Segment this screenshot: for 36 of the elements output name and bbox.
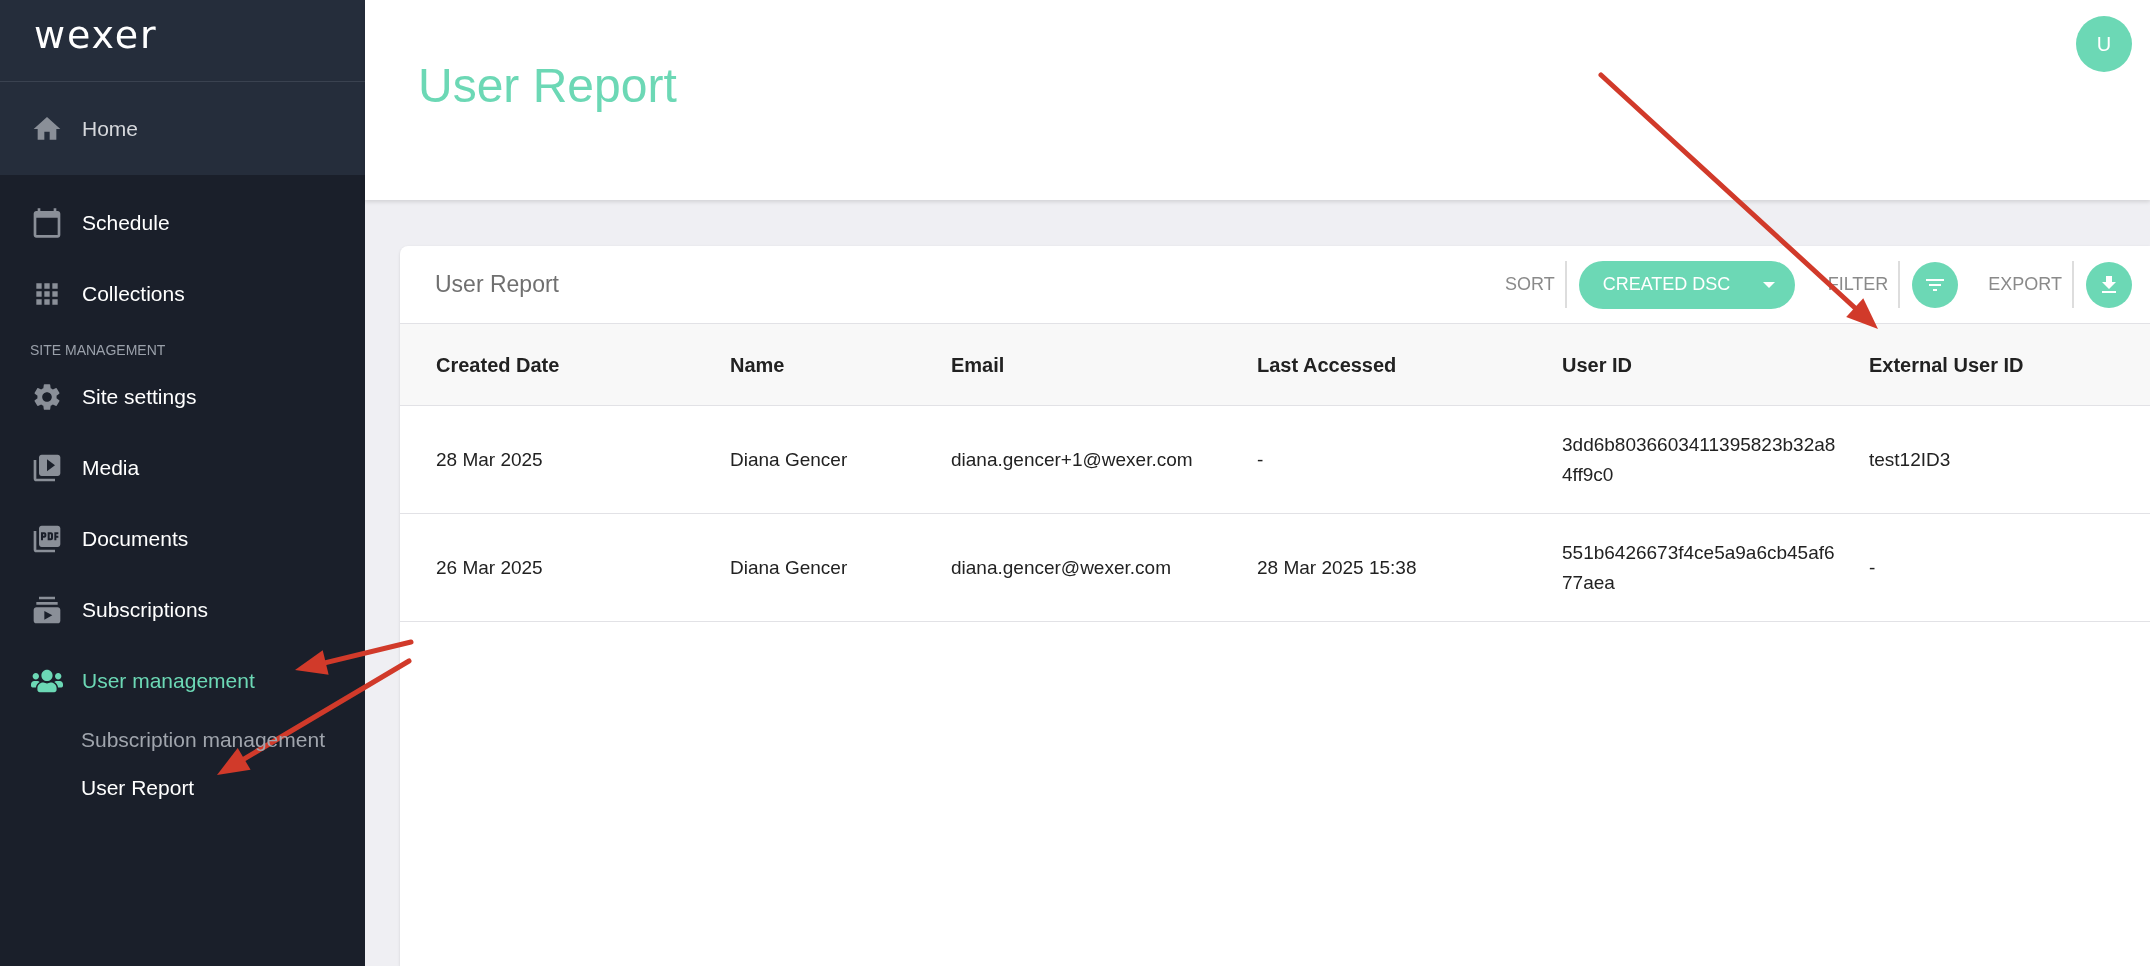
calendar-icon <box>31 206 63 239</box>
table-cell-text: Diana Gencer <box>730 447 849 472</box>
table-cell-text: test12ID3 <box>1869 447 1952 472</box>
export-button[interactable] <box>2086 261 2132 308</box>
sidebar-subitem[interactable]: User Report <box>81 772 195 804</box>
sidebar-item[interactable]: Collections <box>0 258 365 329</box>
column-header: Last Accessed <box>1257 353 1397 376</box>
table-cell-text: 3dd6b8036603411395823b32a84ff9c0 <box>1562 432 1837 487</box>
column-header: Created Date <box>436 353 560 376</box>
table-cell-text: - <box>1869 555 1877 580</box>
sort-label: SORT <box>1504 261 1567 308</box>
export-label: EXPORT <box>1988 261 2074 308</box>
table-cell-text: 28 Mar 2025 15:38 <box>1257 555 1418 580</box>
card-title: User Report <box>435 270 559 300</box>
sidebar-item[interactable]: Media <box>0 432 365 503</box>
column-header: Name <box>730 353 785 376</box>
table-cell-text: 26 Mar 2025 <box>436 555 544 580</box>
sidebar-item[interactable]: Schedule <box>0 187 365 258</box>
section-heading: SITE MANAGEMENT <box>30 341 166 360</box>
sidebar-item[interactable]: Site settings <box>0 361 365 432</box>
table-cell-text: 551b6426673f4ce5a9a6cb45af677aea <box>1562 540 1836 595</box>
column-header: External User ID <box>1869 353 2024 376</box>
table-cell-text: diana.gencer@wexer.com <box>951 555 1172 580</box>
table-cell-text: Diana Gencer <box>730 555 849 580</box>
sidebar-item[interactable]: User management <box>0 645 365 716</box>
table-cell-text: - <box>1257 447 1265 472</box>
logo: wexer <box>34 15 158 54</box>
sidebar-item[interactable]: Documents <box>0 503 365 574</box>
caret-icon <box>1762 281 1775 288</box>
column-header: Email <box>951 353 1005 376</box>
column-header: User ID <box>1562 353 1633 376</box>
table-cell-text: diana.gencer+1@wexer.com <box>951 447 1194 472</box>
sidebar-item[interactable]: Home <box>0 82 365 175</box>
sidebar-item[interactable]: Subscriptions <box>0 574 365 645</box>
page-title: User Report <box>418 62 678 110</box>
table-cell-text: 28 Mar 2025 <box>436 447 544 472</box>
